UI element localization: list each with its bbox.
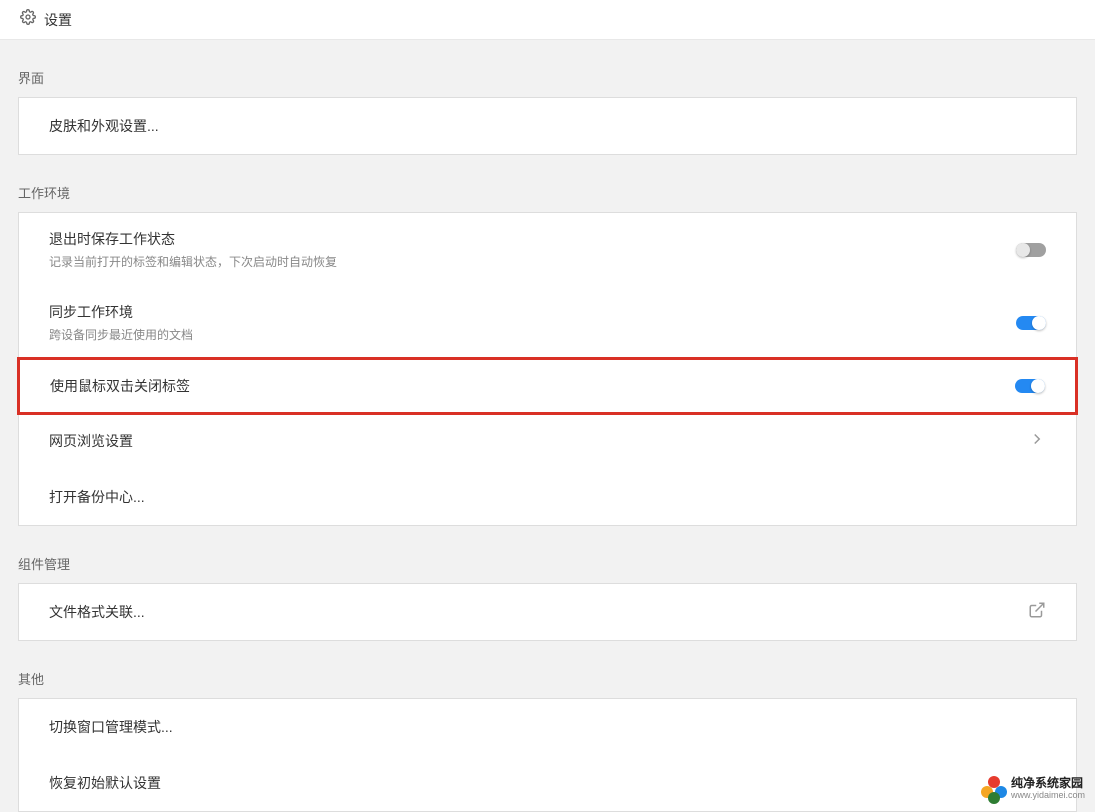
- row-web-browse-settings[interactable]: 网页浏览设置: [19, 413, 1076, 469]
- watermark-title: 纯净系统家园: [1011, 777, 1085, 790]
- page-title: 设置: [44, 10, 72, 30]
- watermark-url: www.yidaimei.com: [1011, 791, 1085, 801]
- row-switch-window-mode[interactable]: 切换窗口管理模式...: [19, 699, 1076, 755]
- row-restore-defaults[interactable]: 恢复初始默认设置: [19, 755, 1076, 811]
- watermark-logo-icon: [981, 776, 1007, 802]
- card-other: 切换窗口管理模式... 恢复初始默认设置: [18, 698, 1077, 812]
- watermark: 纯净系统家园 www.yidaimei.com: [981, 776, 1085, 802]
- toggle-save-on-exit[interactable]: [1016, 243, 1046, 257]
- row-open-backup-center[interactable]: 打开备份中心...: [19, 469, 1076, 525]
- row-subtitle: 跨设备同步最近使用的文档: [49, 326, 193, 343]
- toggle-sync-workspace[interactable]: [1016, 316, 1046, 330]
- card-interface: 皮肤和外观设置...: [18, 97, 1077, 155]
- external-link-icon: [1028, 601, 1046, 624]
- row-title: 使用鼠标双击关闭标签: [50, 376, 190, 396]
- section-label-components: 组件管理: [18, 554, 1077, 573]
- row-double-click-close-tab: 使用鼠标双击关闭标签: [17, 357, 1078, 415]
- row-title: 退出时保存工作状态: [49, 229, 337, 249]
- row-save-on-exit: 退出时保存工作状态 记录当前打开的标签和编辑状态，下次启动时自动恢复: [19, 213, 1076, 286]
- page-header: 设置: [0, 0, 1095, 40]
- section-label-interface: 界面: [18, 68, 1077, 87]
- card-components: 文件格式关联...: [18, 583, 1077, 641]
- row-title: 网页浏览设置: [49, 431, 133, 451]
- section-label-workspace: 工作环境: [18, 183, 1077, 202]
- watermark-text: 纯净系统家园 www.yidaimei.com: [1011, 777, 1085, 800]
- row-subtitle: 记录当前打开的标签和编辑状态，下次启动时自动恢复: [49, 253, 337, 270]
- row-skin-appearance[interactable]: 皮肤和外观设置...: [19, 98, 1076, 154]
- row-title: 切换窗口管理模式...: [49, 717, 173, 737]
- row-title: 恢复初始默认设置: [49, 773, 161, 793]
- toggle-double-click-close-tab[interactable]: [1015, 379, 1045, 393]
- row-title: 文件格式关联...: [49, 602, 145, 622]
- row-file-format-association[interactable]: 文件格式关联...: [19, 584, 1076, 640]
- settings-content: 界面 皮肤和外观设置... 工作环境 退出时保存工作状态 记录当前打开的标签和编…: [0, 68, 1095, 812]
- gear-icon: [20, 9, 36, 30]
- row-title: 同步工作环境: [49, 302, 193, 322]
- row-sync-workspace: 同步工作环境 跨设备同步最近使用的文档: [19, 286, 1076, 359]
- card-workspace: 退出时保存工作状态 记录当前打开的标签和编辑状态，下次启动时自动恢复 同步工作环…: [18, 212, 1077, 526]
- section-label-other: 其他: [18, 669, 1077, 688]
- row-title: 打开备份中心...: [49, 487, 145, 507]
- chevron-right-icon: [1028, 430, 1046, 453]
- row-title: 皮肤和外观设置...: [49, 116, 159, 136]
